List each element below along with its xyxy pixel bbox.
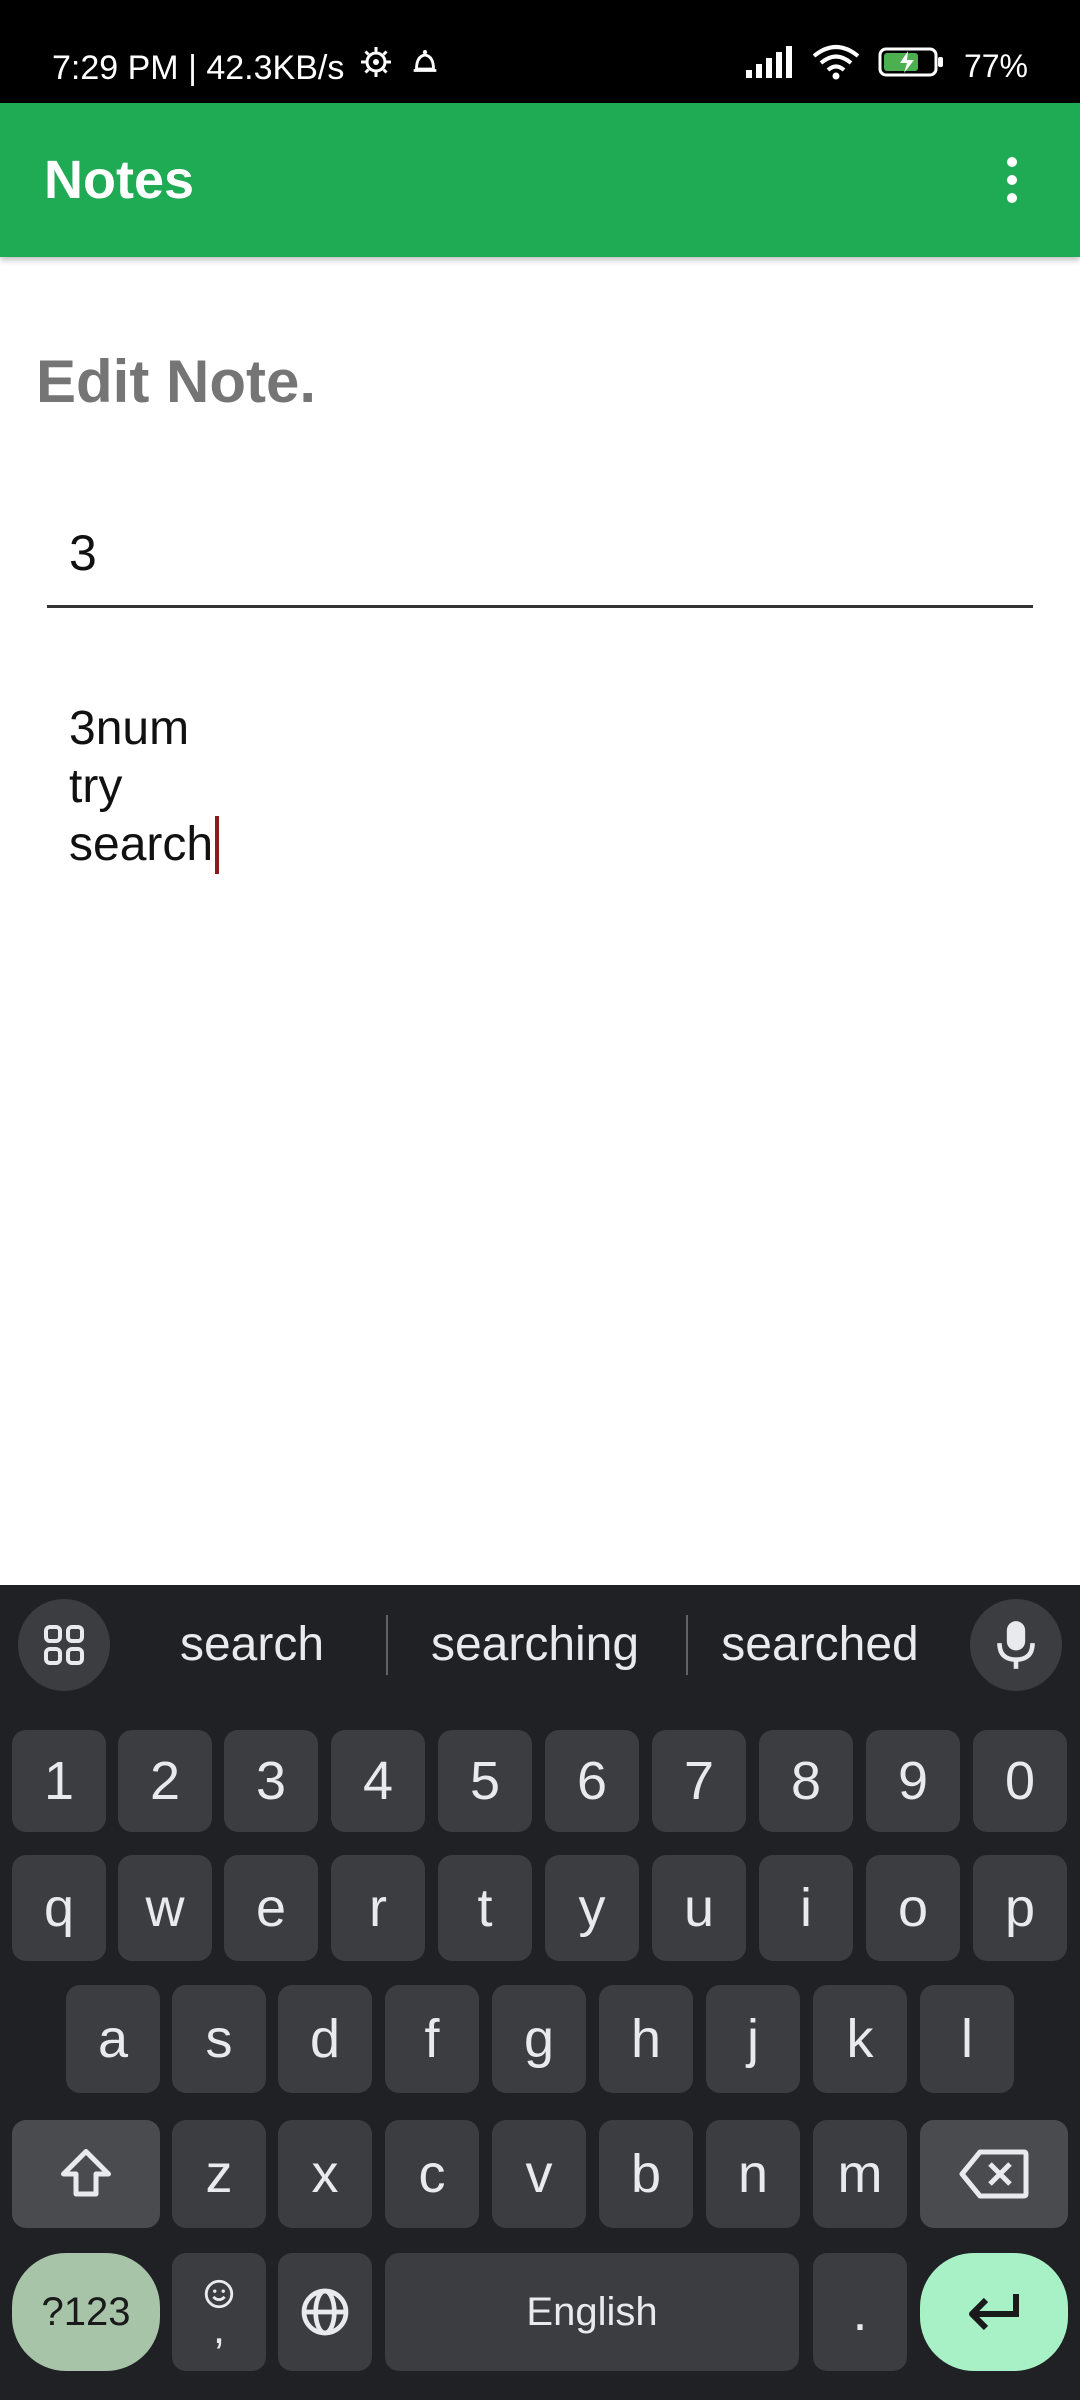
- key-c[interactable]: c: [385, 2120, 479, 2228]
- status-bar: 7:29 PM | 42.3KB/s 77%: [0, 0, 1080, 103]
- suggestion-divider: [386, 1615, 388, 1675]
- note-title-input[interactable]: [47, 500, 1033, 608]
- status-right: 77%: [744, 44, 1028, 88]
- body-line-last: search: [69, 816, 1029, 874]
- key-i[interactable]: i: [759, 1855, 853, 1961]
- key-q[interactable]: q: [12, 1855, 106, 1961]
- key-l[interactable]: l: [920, 1985, 1014, 2093]
- key-r[interactable]: r: [331, 1855, 425, 1961]
- key-o[interactable]: o: [866, 1855, 960, 1961]
- apps-grid-icon[interactable]: [18, 1599, 110, 1691]
- suggestion-2[interactable]: searching: [398, 1585, 672, 1705]
- key-5[interactable]: 5: [438, 1730, 532, 1832]
- key-u[interactable]: u: [652, 1855, 746, 1961]
- note-body-field[interactable]: 3num try search: [69, 700, 1029, 874]
- key-9[interactable]: 9: [866, 1730, 960, 1832]
- key-6[interactable]: 6: [545, 1730, 639, 1832]
- period-key[interactable]: .: [813, 2253, 907, 2371]
- key-x[interactable]: x: [278, 2120, 372, 2228]
- key-t[interactable]: t: [438, 1855, 532, 1961]
- body-line: try: [69, 760, 123, 813]
- key-7[interactable]: 7: [652, 1730, 746, 1832]
- key-f[interactable]: f: [385, 1985, 479, 2093]
- key-1[interactable]: 1: [12, 1730, 106, 1832]
- wifi-icon: [812, 44, 860, 89]
- key-k[interactable]: k: [813, 1985, 907, 2093]
- alarm-bell-icon: [408, 45, 442, 90]
- symbols-key[interactable]: ?123: [12, 2253, 160, 2371]
- shift-key[interactable]: [12, 2120, 160, 2228]
- key-n[interactable]: n: [706, 2120, 800, 2228]
- key-2[interactable]: 2: [118, 1730, 212, 1832]
- backspace-icon: [959, 2149, 1029, 2199]
- key-g[interactable]: g: [492, 1985, 586, 2093]
- key-4[interactable]: 4: [331, 1730, 425, 1832]
- space-bar[interactable]: English: [385, 2253, 799, 2371]
- soft-keyboard: search searching searched 1 2 3 4 5 6 7 …: [0, 1585, 1080, 2400]
- key-8[interactable]: 8: [759, 1730, 853, 1832]
- suggestion-bar: search searching searched: [0, 1585, 1080, 1705]
- shift-icon: [61, 2149, 111, 2197]
- key-e[interactable]: e: [224, 1855, 318, 1961]
- enter-key[interactable]: [920, 2253, 1068, 2371]
- key-h[interactable]: h: [599, 1985, 693, 2093]
- key-a[interactable]: a: [66, 1985, 160, 2093]
- page-title: Edit Note.: [36, 348, 316, 415]
- suggestion-1[interactable]: search: [130, 1585, 374, 1705]
- key-v[interactable]: v: [492, 2120, 586, 2228]
- key-b[interactable]: b: [599, 2120, 693, 2228]
- key-z[interactable]: z: [172, 2120, 266, 2228]
- app-title: Notes: [44, 150, 195, 210]
- language-key[interactable]: [278, 2253, 372, 2371]
- key-p[interactable]: p: [973, 1855, 1067, 1961]
- comma-label: ,: [212, 2304, 226, 2353]
- globe-icon: [301, 2288, 349, 2336]
- app-bar: Notes: [0, 103, 1080, 257]
- battery-charging-icon: [878, 46, 946, 87]
- status-time: 7:29 PM | 42.3KB/s: [52, 48, 345, 87]
- settings-gear-icon: [358, 44, 394, 91]
- text-cursor: [215, 816, 220, 874]
- key-d[interactable]: d: [278, 1985, 372, 2093]
- key-y[interactable]: y: [545, 1855, 639, 1961]
- key-m[interactable]: m: [813, 2120, 907, 2228]
- body-line-text: search: [69, 818, 214, 871]
- key-s[interactable]: s: [172, 1985, 266, 2093]
- backspace-key[interactable]: [920, 2120, 1068, 2228]
- key-j[interactable]: j: [706, 1985, 800, 2093]
- key-0[interactable]: 0: [973, 1730, 1067, 1832]
- suggestion-3[interactable]: searched: [698, 1585, 942, 1705]
- microphone-icon[interactable]: [970, 1599, 1062, 1691]
- body-line: 3num: [69, 702, 190, 755]
- battery-percent: 77%: [963, 47, 1028, 84]
- suggestion-divider: [686, 1615, 688, 1675]
- signal-icon: [744, 45, 794, 87]
- more-vert-icon[interactable]: [984, 152, 1040, 208]
- emoji-comma-key[interactable]: ,: [172, 2253, 266, 2371]
- enter-icon: [969, 2294, 1019, 2331]
- key-w[interactable]: w: [118, 1855, 212, 1961]
- status-left: 7:29 PM | 42.3KB/s: [52, 44, 442, 91]
- key-3[interactable]: 3: [224, 1730, 318, 1832]
